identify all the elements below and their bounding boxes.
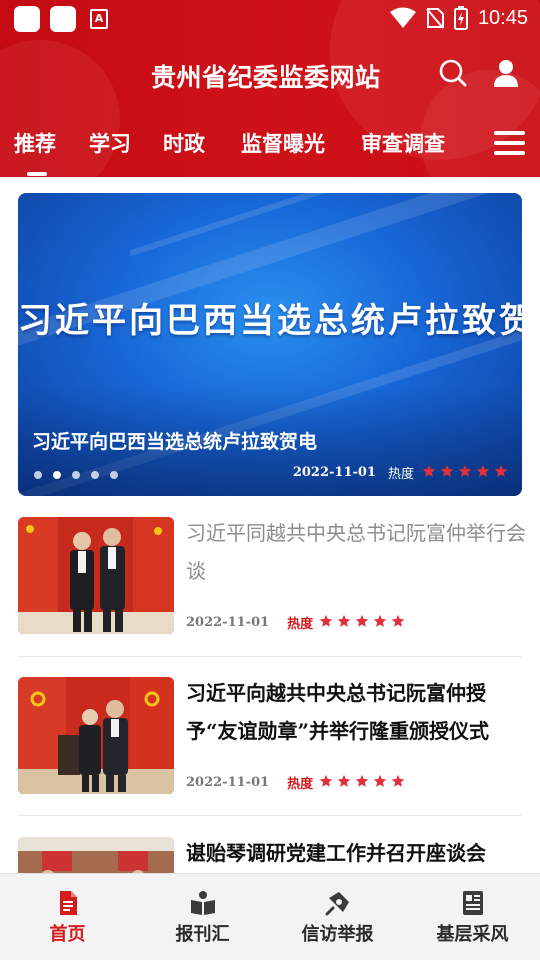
star-icon xyxy=(458,464,472,477)
news-meta: 2022-11-01 热度 xyxy=(186,613,405,632)
heat-stars xyxy=(315,614,405,632)
banner-meta: 2022-11-01 热度 xyxy=(293,463,508,482)
star-icon xyxy=(422,464,436,477)
star-icon xyxy=(319,774,333,787)
heat-label: 热度 xyxy=(287,617,314,632)
heat-stars xyxy=(418,464,508,482)
divider xyxy=(18,656,522,657)
news-title: 习近平同越共中央总书记阮富仲举行会谈 xyxy=(186,521,526,583)
headline-carousel[interactable]: 习近平向巴西当选总统卢拉致贺电 习近平向巴西当选总统卢拉致贺电 2022-11-… xyxy=(18,193,522,496)
notification-icon xyxy=(14,6,40,32)
user-icon[interactable] xyxy=(491,58,521,88)
banner-date: 2022-11-01 xyxy=(292,465,376,480)
heat-label: 热度 xyxy=(287,777,314,792)
battery-charging-icon xyxy=(453,6,468,30)
carousel-dots xyxy=(34,471,118,479)
app-notification-icon: A xyxy=(90,9,108,29)
star-icon xyxy=(319,614,333,627)
star-icon xyxy=(476,464,490,477)
star-icon xyxy=(373,774,387,787)
carousel-dot[interactable] xyxy=(91,471,99,479)
banner-image-headline: 习近平向巴西当选总统卢拉致贺电 xyxy=(18,301,522,341)
bottom-nav-newspapers[interactable]: 报刊汇 xyxy=(135,874,270,960)
star-icon xyxy=(355,614,369,627)
news-item[interactable]: 习近平向越共中央总书记阮富仲授予“友谊勋章”并举行隆重颁授仪式 2022-11-… xyxy=(18,677,522,807)
heat-stars xyxy=(315,774,405,792)
news-title: 谌贻琴调研党建工作并召开座谈会 xyxy=(186,841,486,865)
star-icon xyxy=(494,464,508,477)
heat-label: 热度 xyxy=(387,467,414,482)
bottom-nav-label: 报刊汇 xyxy=(175,924,230,945)
news-title: 习近平向越共中央总书记阮富仲授予“友谊勋章”并举行隆重颁授仪式 xyxy=(186,681,490,743)
divider xyxy=(18,815,522,816)
bottom-nav-label: 基层采风 xyxy=(436,924,509,945)
status-bar: A 10:45 xyxy=(0,0,540,36)
book-icon xyxy=(191,891,215,915)
notification-icon xyxy=(50,6,76,32)
star-icon xyxy=(440,464,454,477)
news-meta: 2022-11-01 热度 xyxy=(186,773,405,792)
news-date: 2022-11-01 xyxy=(186,775,270,790)
hamburger-icon[interactable] xyxy=(494,131,526,157)
news-thumbnail xyxy=(18,677,174,794)
star-icon xyxy=(373,614,387,627)
news-thumbnail xyxy=(18,517,174,634)
star-icon xyxy=(337,614,351,627)
carousel-dot-active[interactable] xyxy=(53,471,61,479)
app-header: A 10:45 贵州省纪委监委网站 推荐 学习 时政 监督曝光 审查调查 xyxy=(0,0,540,177)
banner-caption: 习近平向巴西当选总统卢拉致贺电 xyxy=(32,431,318,453)
tab-supervision-exposure[interactable]: 监督曝光 xyxy=(241,128,325,158)
bottom-nav-home[interactable]: 首页 xyxy=(0,874,135,960)
bottom-nav-label: 首页 xyxy=(49,924,86,945)
news-item[interactable]: 习近平同越共中央总书记阮富仲举行会谈 2022-11-01 热度 xyxy=(18,517,526,647)
star-icon xyxy=(355,774,369,787)
no-sim-icon xyxy=(426,8,444,29)
carousel-dot[interactable] xyxy=(34,471,42,479)
site-title: 贵州省纪委监委网站 xyxy=(151,63,381,92)
active-tab-indicator xyxy=(27,172,47,176)
newspaper-icon xyxy=(463,891,483,915)
document-icon xyxy=(60,891,77,915)
category-tabs: 推荐 学习 时政 监督曝光 审查调查 xyxy=(0,120,480,168)
search-icon[interactable] xyxy=(438,58,468,88)
news-date: 2022-11-01 xyxy=(186,615,270,630)
bottom-nav-label: 信访举报 xyxy=(301,924,374,945)
star-icon xyxy=(391,614,405,627)
tab-politics[interactable]: 时政 xyxy=(163,128,205,158)
star-icon xyxy=(391,774,405,787)
tab-study[interactable]: 学习 xyxy=(89,128,131,158)
bottom-navigation: 首页 报刊汇 信访举报 基层采风 xyxy=(0,873,540,960)
bottom-nav-petition-report[interactable]: 信访举报 xyxy=(270,874,405,960)
carousel-dot[interactable] xyxy=(72,471,80,479)
pen-icon xyxy=(325,892,349,916)
tab-review-investigation[interactable]: 审查调查 xyxy=(361,128,445,158)
wifi-icon xyxy=(389,7,416,28)
carousel-dot[interactable] xyxy=(110,471,118,479)
bottom-nav-grassroots[interactable]: 基层采风 xyxy=(405,874,540,960)
tab-recommend[interactable]: 推荐 xyxy=(14,128,56,158)
star-icon xyxy=(337,774,351,787)
clock: 10:45 xyxy=(477,6,528,29)
